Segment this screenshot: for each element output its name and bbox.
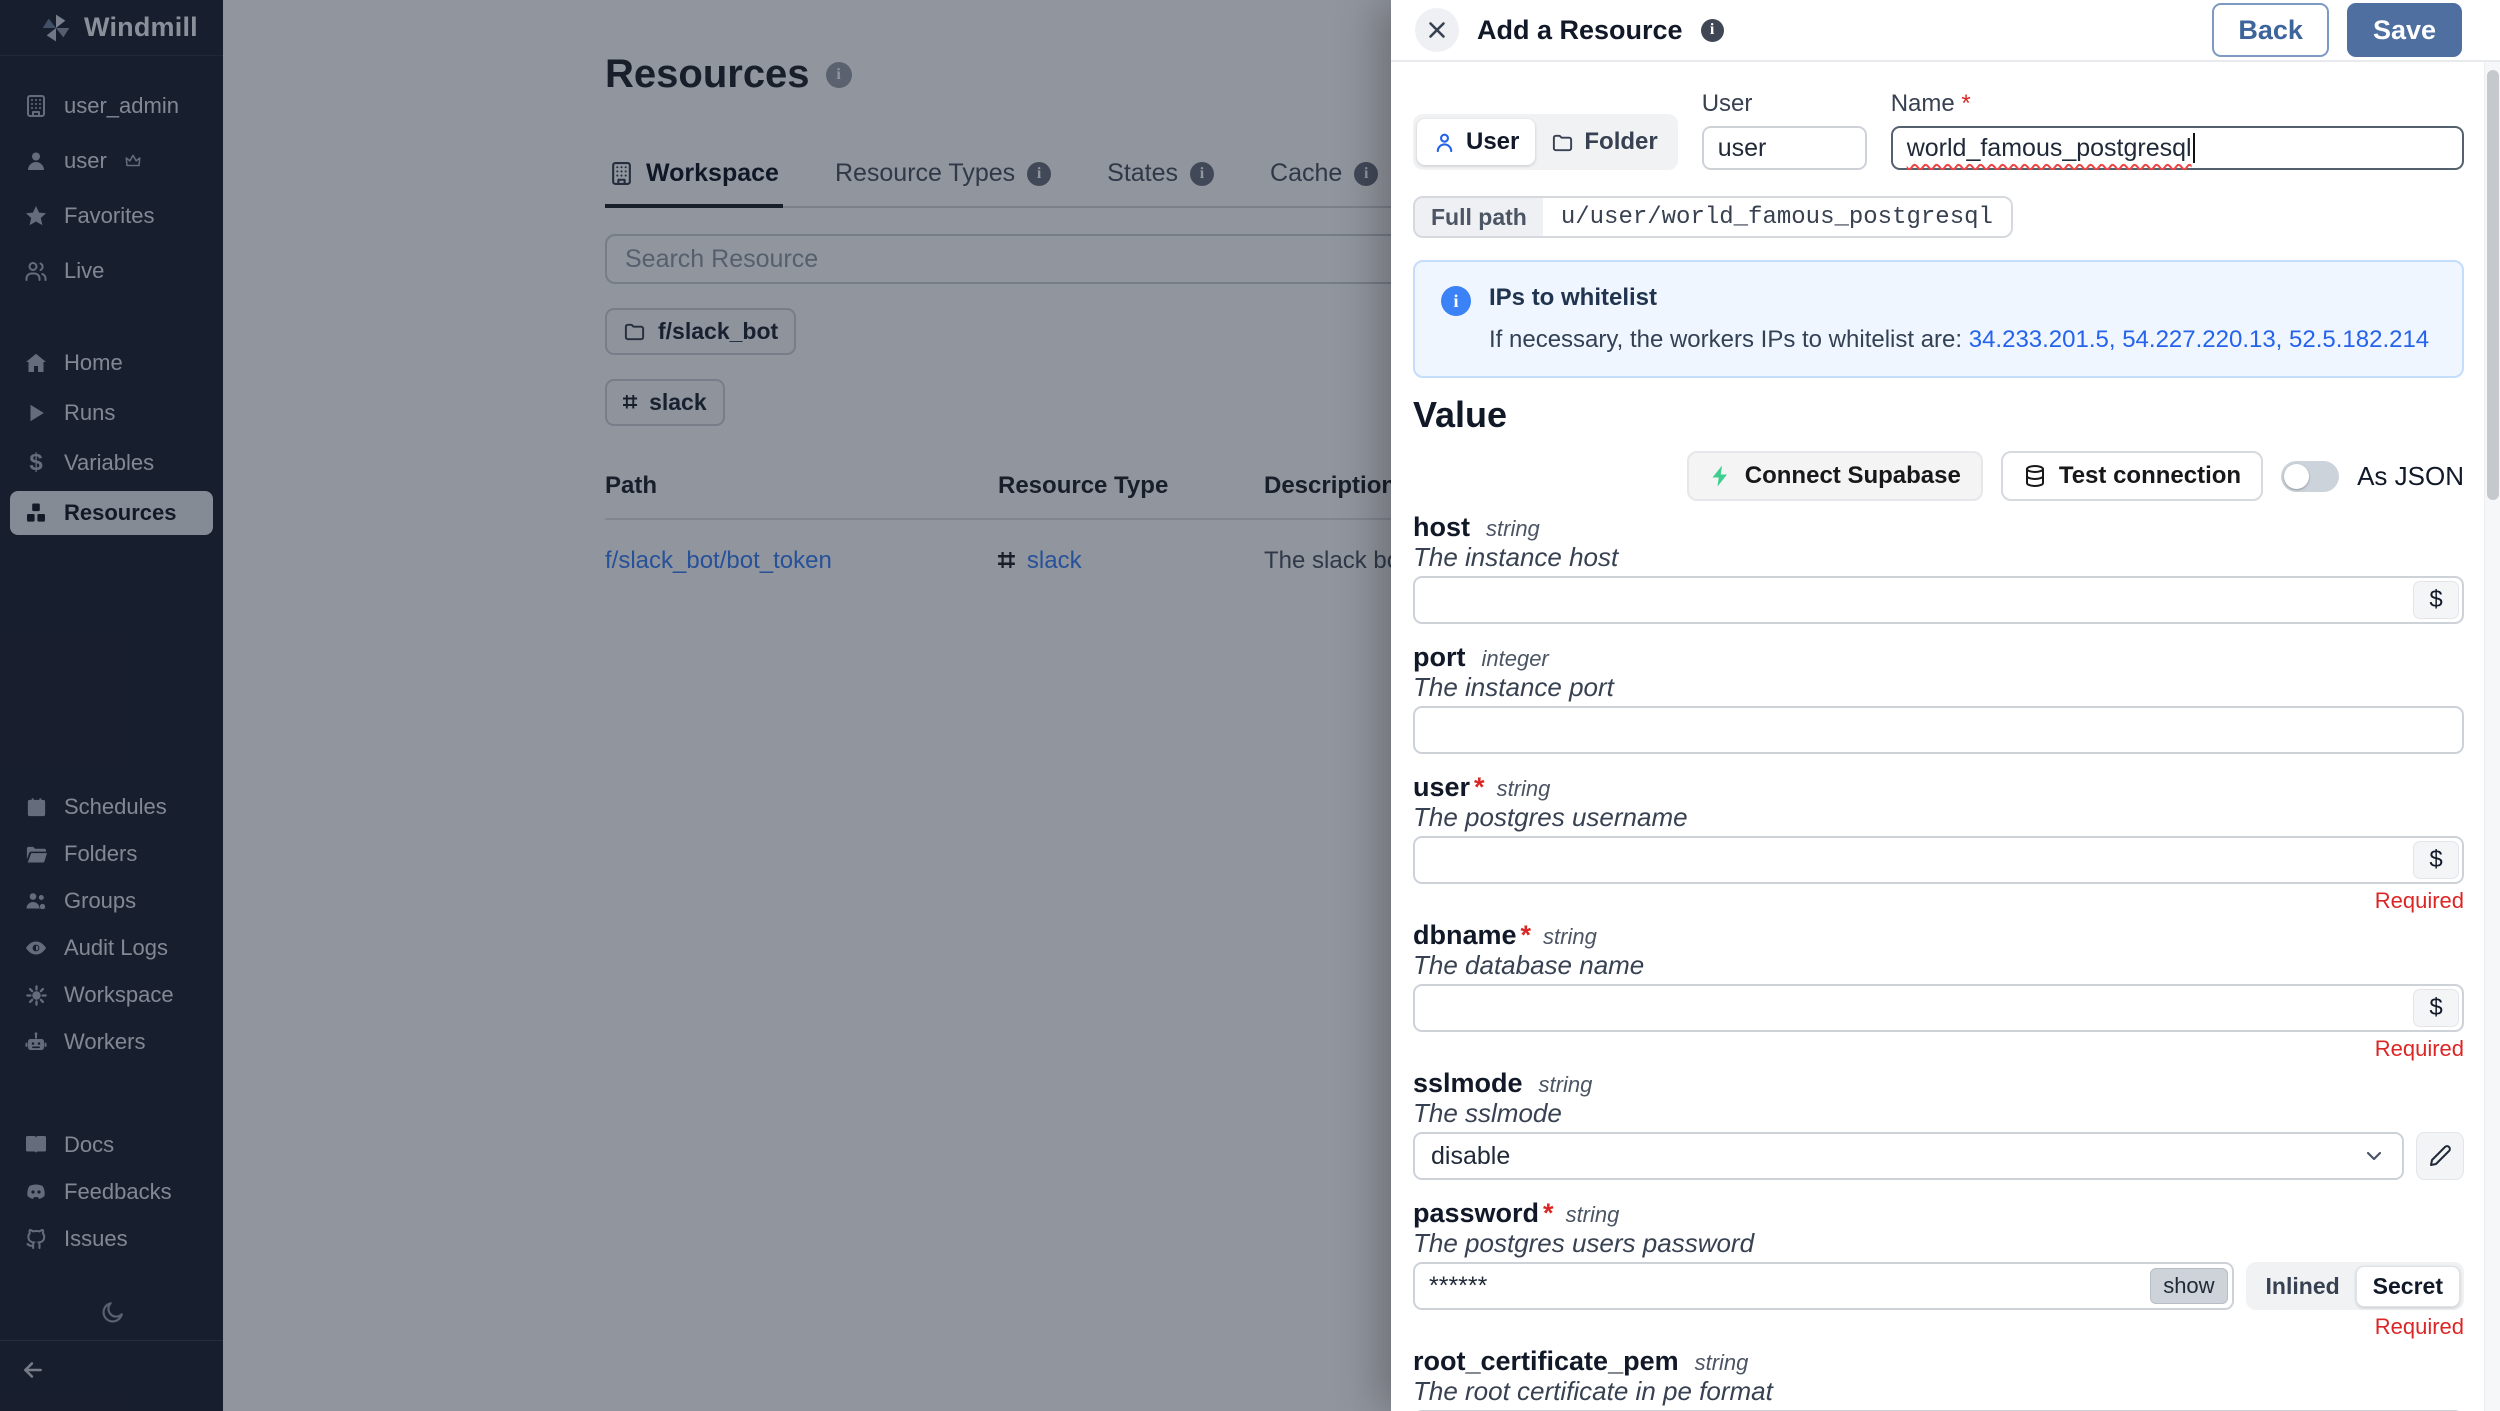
secret-option[interactable]: Secret bbox=[2356, 1266, 2460, 1307]
user-input[interactable] bbox=[1413, 836, 2464, 884]
user-field-label: User bbox=[1702, 90, 1867, 118]
field-user: user*string The postgres username $ Requ… bbox=[1413, 772, 2464, 912]
info-icon bbox=[1441, 286, 1471, 316]
full-path-value: u/user/world_famous_postgresql bbox=[1543, 198, 2011, 236]
drawer-body: User Folder User user Name * world_famou… bbox=[1391, 62, 2500, 1411]
owner-user-button[interactable]: User bbox=[1417, 119, 1535, 165]
insert-variable-button[interactable]: $ bbox=[2413, 841, 2459, 879]
field-port: portinteger The instance port bbox=[1413, 642, 2464, 754]
user-icon bbox=[1433, 131, 1456, 154]
infobox-title: IPs to whitelist bbox=[1489, 284, 2429, 312]
owner-input[interactable]: user bbox=[1702, 126, 1867, 170]
sslmode-select[interactable]: disable bbox=[1413, 1132, 2404, 1180]
supabase-bolt-icon bbox=[1709, 464, 1733, 488]
owner-kind-toggle: User Folder bbox=[1413, 114, 1678, 170]
text-cursor bbox=[2193, 133, 2195, 163]
resource-name-input[interactable]: world_famous_postgresql bbox=[1891, 126, 2464, 170]
value-section-title: Value bbox=[1413, 394, 2464, 436]
back-button[interactable]: Back bbox=[2212, 3, 2329, 57]
insert-variable-button[interactable]: $ bbox=[2413, 581, 2459, 619]
insert-variable-button[interactable]: $ bbox=[2413, 989, 2459, 1027]
required-hint: Required bbox=[1413, 1036, 2464, 1060]
password-input[interactable]: ****** bbox=[1413, 1262, 2234, 1310]
save-button[interactable]: Save bbox=[2347, 3, 2462, 57]
inlined-option[interactable]: Inlined bbox=[2250, 1267, 2356, 1306]
name-field-label: Name * bbox=[1891, 90, 2464, 118]
full-path-pill: Full path u/user/world_famous_postgresql bbox=[1413, 196, 2013, 238]
test-connection-button[interactable]: Test connection bbox=[2001, 451, 2263, 501]
dbname-input[interactable] bbox=[1413, 984, 2464, 1032]
as-json-label: As JSON bbox=[2357, 461, 2464, 492]
close-drawer-button[interactable] bbox=[1415, 8, 1459, 52]
close-icon bbox=[1424, 17, 1450, 43]
value-actions: Connect Supabase Test connection As JSON bbox=[1413, 450, 2464, 502]
as-json-toggle[interactable] bbox=[2281, 461, 2339, 492]
host-input[interactable] bbox=[1413, 576, 2464, 624]
drawer-scrollbar[interactable] bbox=[2484, 62, 2500, 1411]
field-sslmode: sslmodestring The sslmode disable bbox=[1413, 1068, 2464, 1180]
field-dbname: dbname*string The database name $ Requir… bbox=[1413, 920, 2464, 1060]
add-resource-drawer: Add a Resource Back Save User Folder Use… bbox=[1391, 0, 2500, 1411]
database-icon bbox=[2023, 464, 2047, 488]
required-hint: Required bbox=[1413, 1314, 2464, 1338]
path-row: User Folder User user Name * world_famou… bbox=[1413, 90, 2464, 170]
show-password-button[interactable]: show bbox=[2150, 1268, 2227, 1304]
field-password: password*string The postgres users passw… bbox=[1413, 1198, 2464, 1338]
port-input[interactable] bbox=[1413, 706, 2464, 754]
connect-supabase-button[interactable]: Connect Supabase bbox=[1687, 451, 1983, 501]
edit-options-button[interactable] bbox=[2416, 1132, 2464, 1180]
secret-mode-toggle: Inlined Secret bbox=[2246, 1262, 2464, 1310]
scrollbar-thumb[interactable] bbox=[2487, 70, 2499, 500]
drawer-header: Add a Resource Back Save bbox=[1391, 0, 2500, 62]
chevron-down-icon bbox=[2362, 1144, 2386, 1168]
drawer-backdrop[interactable] bbox=[0, 0, 1391, 1411]
full-path-label: Full path bbox=[1415, 198, 1543, 236]
folder-icon bbox=[1551, 131, 1574, 154]
owner-folder-button[interactable]: Folder bbox=[1535, 119, 1673, 165]
field-root-certificate-pem: root_certificate_pemstring The root cert… bbox=[1413, 1346, 2464, 1411]
infobox-body: If necessary, the workers IPs to whiteli… bbox=[1489, 326, 2429, 354]
pencil-icon bbox=[2428, 1144, 2452, 1168]
info-icon bbox=[1701, 19, 1724, 42]
field-host: hoststring The instance host $ bbox=[1413, 512, 2464, 624]
ips-whitelist-infobox: IPs to whitelist If necessary, the worke… bbox=[1413, 260, 2464, 378]
required-hint: Required bbox=[1413, 888, 2464, 912]
drawer-title: Add a Resource bbox=[1477, 15, 1683, 46]
whitelist-ips: 34.233.201.5, 54.227.220.13, 52.5.182.21… bbox=[1969, 326, 2429, 353]
